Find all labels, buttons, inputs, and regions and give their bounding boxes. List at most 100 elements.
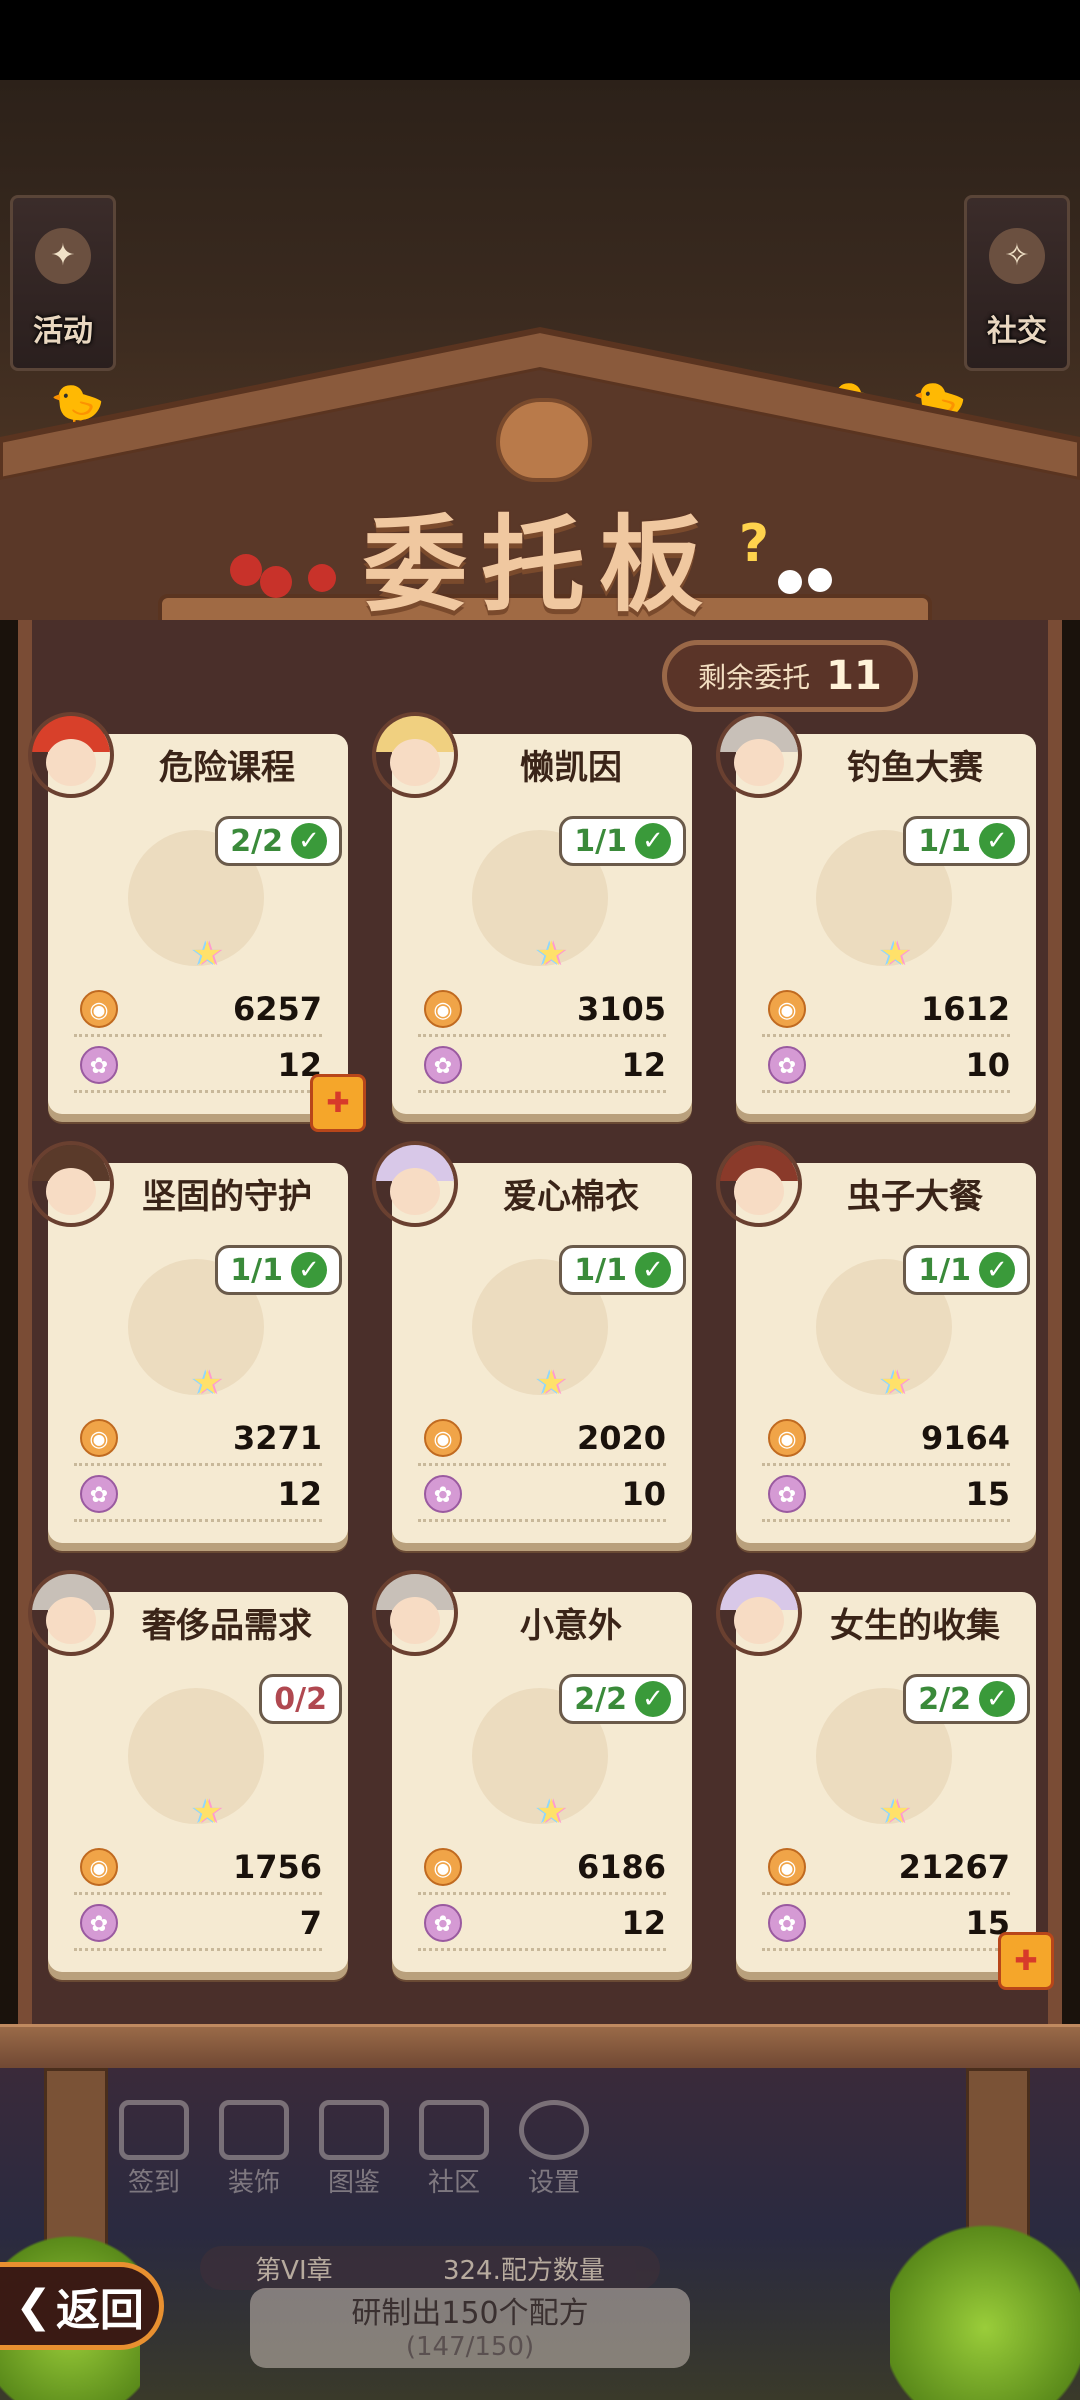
nav-checkin[interactable]: 签到 [106, 2100, 202, 2200]
gem-icon: ✿ [768, 1904, 806, 1942]
rainbow-star-icon: ★ [536, 1363, 567, 1403]
chevron-left-icon: ❮ [15, 2280, 52, 2332]
progress-badge: 2/2 ✓ [559, 1674, 686, 1724]
coin-reward-row: ◉ 2020 [418, 1413, 666, 1466]
coin-icon: ◉ [768, 1419, 806, 1457]
gem-icon: ✿ [424, 1904, 462, 1942]
nav-label: 签到 [127, 2168, 180, 2198]
progress-badge: 1/1 ✓ [903, 1245, 1030, 1295]
social-icon: ✧ [989, 228, 1045, 284]
rainbow-star-icon: ★ [192, 934, 223, 974]
help-icon[interactable]: ? [730, 518, 778, 570]
coin-icon: ◉ [80, 990, 118, 1028]
progress-value: 1/1 [918, 1252, 971, 1288]
calendar-icon [119, 2100, 189, 2160]
quest-name: 爱心棉衣 [503, 1177, 639, 1217]
coin-icon: ◉ [80, 1848, 118, 1886]
quest-name: 懒凯因 [520, 748, 622, 788]
quest-card[interactable]: 爱心棉衣 ★ 1/1 ✓ ◉ 2020 ✿ 10 [372, 1141, 692, 1543]
progress-badge: 1/1 ✓ [559, 1245, 686, 1295]
rainbow-star-icon: ★ [880, 1792, 911, 1832]
coin-reward-row: ◉ 6186 [418, 1842, 666, 1895]
back-button[interactable]: ❮ 返回 [0, 2262, 164, 2350]
progress-badge: 2/2 ✓ [215, 816, 342, 866]
quest-card[interactable]: 懒凯因 ★ 1/1 ✓ ◉ 3105 ✿ 12 [372, 712, 692, 1114]
rainbow-star-icon: ★ [880, 1363, 911, 1403]
nav-settings[interactable]: 设置 [506, 2100, 602, 2200]
home-icon [419, 2100, 489, 2160]
nav-decorate[interactable]: 装饰 [206, 2100, 302, 2200]
goal-progress: (147/150) [405, 2332, 535, 2362]
coin-reward: 9164 [920, 1419, 1010, 1457]
gem-reward-row: ✿ 12 [418, 1898, 666, 1951]
coin-reward: 3271 [232, 1419, 322, 1457]
quest-name: 危险课程 [159, 748, 295, 788]
quest-card[interactable]: 女生的收集 ★ 2/2 ✓ ◉ 21267 ✿ 15 ✚ [716, 1570, 1054, 1990]
coin-icon: ◉ [424, 990, 462, 1028]
gem-reward-row: ✿ 12 [418, 1040, 666, 1093]
progress-badge: 1/1 ✓ [215, 1245, 342, 1295]
gem-reward-row: ✿ 15 [762, 1469, 1010, 1522]
coin-reward-row: ◉ 21267 [762, 1842, 1010, 1895]
coin-reward-row: ◉ 1612 [762, 984, 1010, 1037]
decorate-icon [219, 2100, 289, 2160]
requester-avatar [716, 1141, 802, 1227]
quest-name: 虫子大餐 [847, 1177, 983, 1217]
coin-icon: ◉ [424, 1419, 462, 1457]
progress-badge: 2/2 ✓ [903, 1674, 1030, 1724]
activity-icon: ✦ [35, 228, 91, 284]
gem-reward: 7 [299, 1904, 322, 1942]
requester-avatar [716, 1570, 802, 1656]
coin-reward-row: ◉ 6257 [74, 984, 322, 1037]
rainbow-star-icon: ★ [880, 934, 911, 974]
gem-icon: ✿ [768, 1475, 806, 1513]
gem-reward-row: ✿ 12 [74, 1469, 322, 1522]
rainbow-star-icon: ★ [192, 1792, 223, 1832]
recipe-count: 324.配方数量 [442, 2255, 605, 2286]
quest-name: 坚固的守护 [142, 1177, 312, 1217]
gift-box-icon[interactable]: ✚ [998, 1932, 1054, 1990]
coin-reward-row: ◉ 1756 [74, 1842, 322, 1895]
nav-community[interactable]: 社区 [406, 2100, 502, 2200]
progress-value: 1/1 [918, 823, 971, 859]
check-icon: ✓ [635, 823, 671, 859]
progress-value: 2/2 [918, 1681, 971, 1717]
quest-card[interactable]: 钓鱼大赛 ★ 1/1 ✓ ◉ 1612 ✿ 10 [716, 712, 1036, 1114]
board-shelf [0, 2024, 1080, 2071]
progress-badge: 1/1 ✓ [903, 816, 1030, 866]
goal-panel: 研制出150个配方 (147/150) [250, 2288, 690, 2368]
coin-reward: 6257 [232, 990, 322, 1028]
requester-avatar [372, 1570, 458, 1656]
check-icon: ✓ [979, 1252, 1015, 1288]
coin-reward-row: ◉ 9164 [762, 1413, 1010, 1466]
gem-reward-row: ✿ 7 [74, 1898, 322, 1951]
quest-name: 小意外 [520, 1606, 622, 1646]
gem-reward-row: ✿ 15 [762, 1898, 1010, 1951]
progress-value: 2/2 [230, 823, 283, 859]
gear-icon [519, 2100, 589, 2160]
quest-card[interactable]: 小意外 ★ 2/2 ✓ ◉ 6186 ✿ 12 [372, 1570, 692, 1972]
quest-name: 奢侈品需求 [142, 1606, 312, 1646]
gem-reward-row: ✿ 10 [762, 1040, 1010, 1093]
chapter-bar: 第VI章 324.配方数量 [200, 2246, 660, 2290]
requester-avatar [28, 1141, 114, 1227]
coin-icon: ◉ [768, 1848, 806, 1886]
gem-reward-row: ✿ 10 [418, 1469, 666, 1522]
gem-reward: 12 [277, 1475, 322, 1513]
nav-collection[interactable]: 图鉴 [306, 2100, 402, 2200]
gem-reward: 15 [965, 1475, 1010, 1513]
requester-avatar [372, 712, 458, 798]
quest-card[interactable]: 危险课程 ★ 2/2 ✓ ◉ 6257 ✿ 12 ✚ [28, 712, 366, 1132]
gem-icon: ✿ [80, 1904, 118, 1942]
coin-reward-row: ◉ 3271 [74, 1413, 322, 1466]
check-icon: ✓ [635, 1681, 671, 1717]
gift-box-icon[interactable]: ✚ [310, 1074, 366, 1132]
quest-card[interactable]: 虫子大餐 ★ 1/1 ✓ ◉ 9164 ✿ 15 [716, 1141, 1036, 1543]
coin-reward: 21267 [898, 1848, 1010, 1886]
gem-icon: ✿ [424, 1475, 462, 1513]
quest-name: 钓鱼大赛 [847, 748, 983, 788]
quest-card[interactable]: 坚固的守护 ★ 1/1 ✓ ◉ 3271 ✿ 12 [28, 1141, 348, 1543]
check-icon: ✓ [979, 823, 1015, 859]
leaves-decoration [890, 2220, 1080, 2400]
quest-card[interactable]: 奢侈品需求 ★ 0/2 ◉ 1756 ✿ 7 [28, 1570, 348, 1972]
